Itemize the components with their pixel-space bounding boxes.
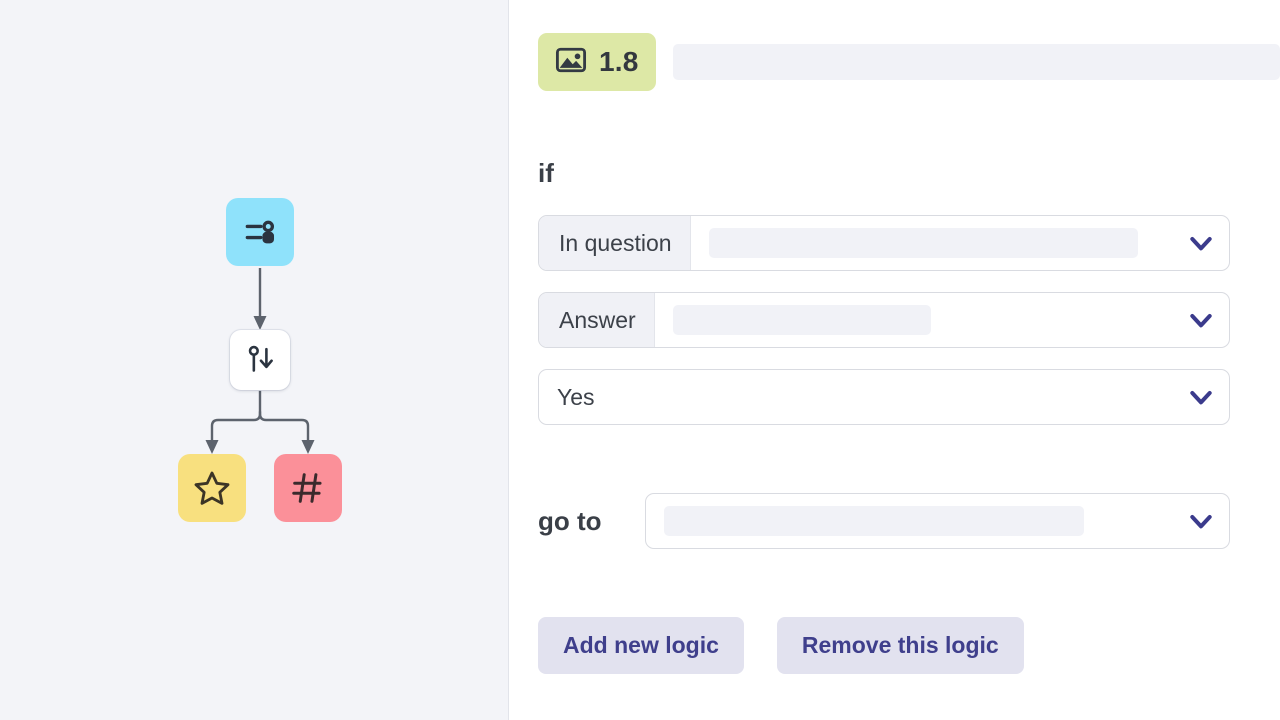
flow-node-logic-branch[interactable] [230, 330, 290, 390]
condition-select[interactable]: Yes [538, 369, 1230, 425]
answer-value[interactable] [655, 293, 1173, 347]
flow-node-number-question[interactable] [274, 454, 342, 522]
chevron-down-icon[interactable] [1173, 370, 1229, 424]
git-branch-icon [245, 344, 275, 376]
question-header: 1.8 [538, 33, 1280, 91]
logic-editor-panel: 1.8 if In question Answer [509, 0, 1280, 720]
sliders-icon [241, 213, 279, 251]
condition-value-wrap[interactable]: Yes [539, 370, 1173, 424]
in-question-value-placeholder [709, 228, 1138, 258]
chevron-down-icon[interactable] [1173, 494, 1229, 548]
flow-node-rating-question[interactable] [178, 454, 246, 522]
in-question-select[interactable]: In question [538, 215, 1230, 271]
logic-actions: Add new logic Remove this logic [538, 617, 1024, 674]
goto-target-value[interactable] [646, 494, 1173, 548]
goto-section-heading: go to [538, 508, 602, 534]
hash-icon [289, 469, 327, 507]
logic-editor-screen: 1.8 if In question Answer [0, 0, 1280, 720]
in-question-value[interactable] [691, 216, 1173, 270]
remove-this-logic-button[interactable]: Remove this logic [777, 617, 1024, 674]
answer-select[interactable]: Answer [538, 292, 1230, 348]
chevron-down-icon[interactable] [1173, 293, 1229, 347]
add-new-logic-button[interactable]: Add new logic [538, 617, 744, 674]
chevron-down-icon[interactable] [1173, 216, 1229, 270]
answer-prefix-label: Answer [539, 293, 655, 347]
goto-target-select[interactable] [645, 493, 1230, 549]
image-icon [554, 43, 588, 82]
goto-target-value-placeholder [664, 506, 1084, 536]
in-question-prefix-label: In question [539, 216, 691, 270]
star-icon [192, 468, 232, 508]
if-section-heading: if [538, 160, 554, 186]
flow-node-question-settings[interactable] [226, 198, 294, 266]
condition-value: Yes [557, 384, 595, 411]
question-badge[interactable]: 1.8 [538, 33, 656, 91]
question-title-field[interactable] [673, 44, 1280, 80]
flow-preview-panel [0, 0, 509, 720]
answer-value-placeholder [673, 305, 931, 335]
question-number: 1.8 [599, 48, 639, 76]
